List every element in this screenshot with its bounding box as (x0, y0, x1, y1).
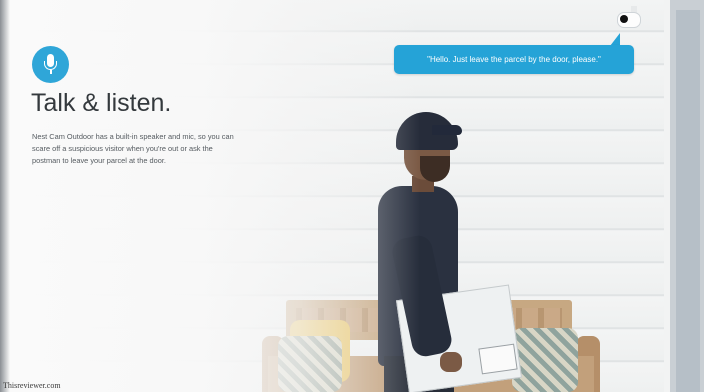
speech-bubble: "Hello. Just leave the parcel by the doo… (394, 45, 634, 74)
section-description: Nest Cam Outdoor has a built-in speaker … (32, 131, 314, 167)
section-title: Talk & listen. (31, 89, 172, 117)
camera-lens (620, 15, 628, 23)
watermark: Thisreviewer.com (3, 381, 61, 390)
left-edge-shadow (0, 0, 10, 392)
mic-stem (50, 70, 52, 74)
description-line: scare off a suspicious visitor when you'… (32, 144, 213, 153)
description-line: postman to leave your parcel at the door… (32, 156, 166, 165)
description-line: Nest Cam Outdoor has a built-in speaker … (32, 132, 234, 141)
promo-scene: "Hello. Just leave the parcel by the doo… (0, 0, 704, 392)
